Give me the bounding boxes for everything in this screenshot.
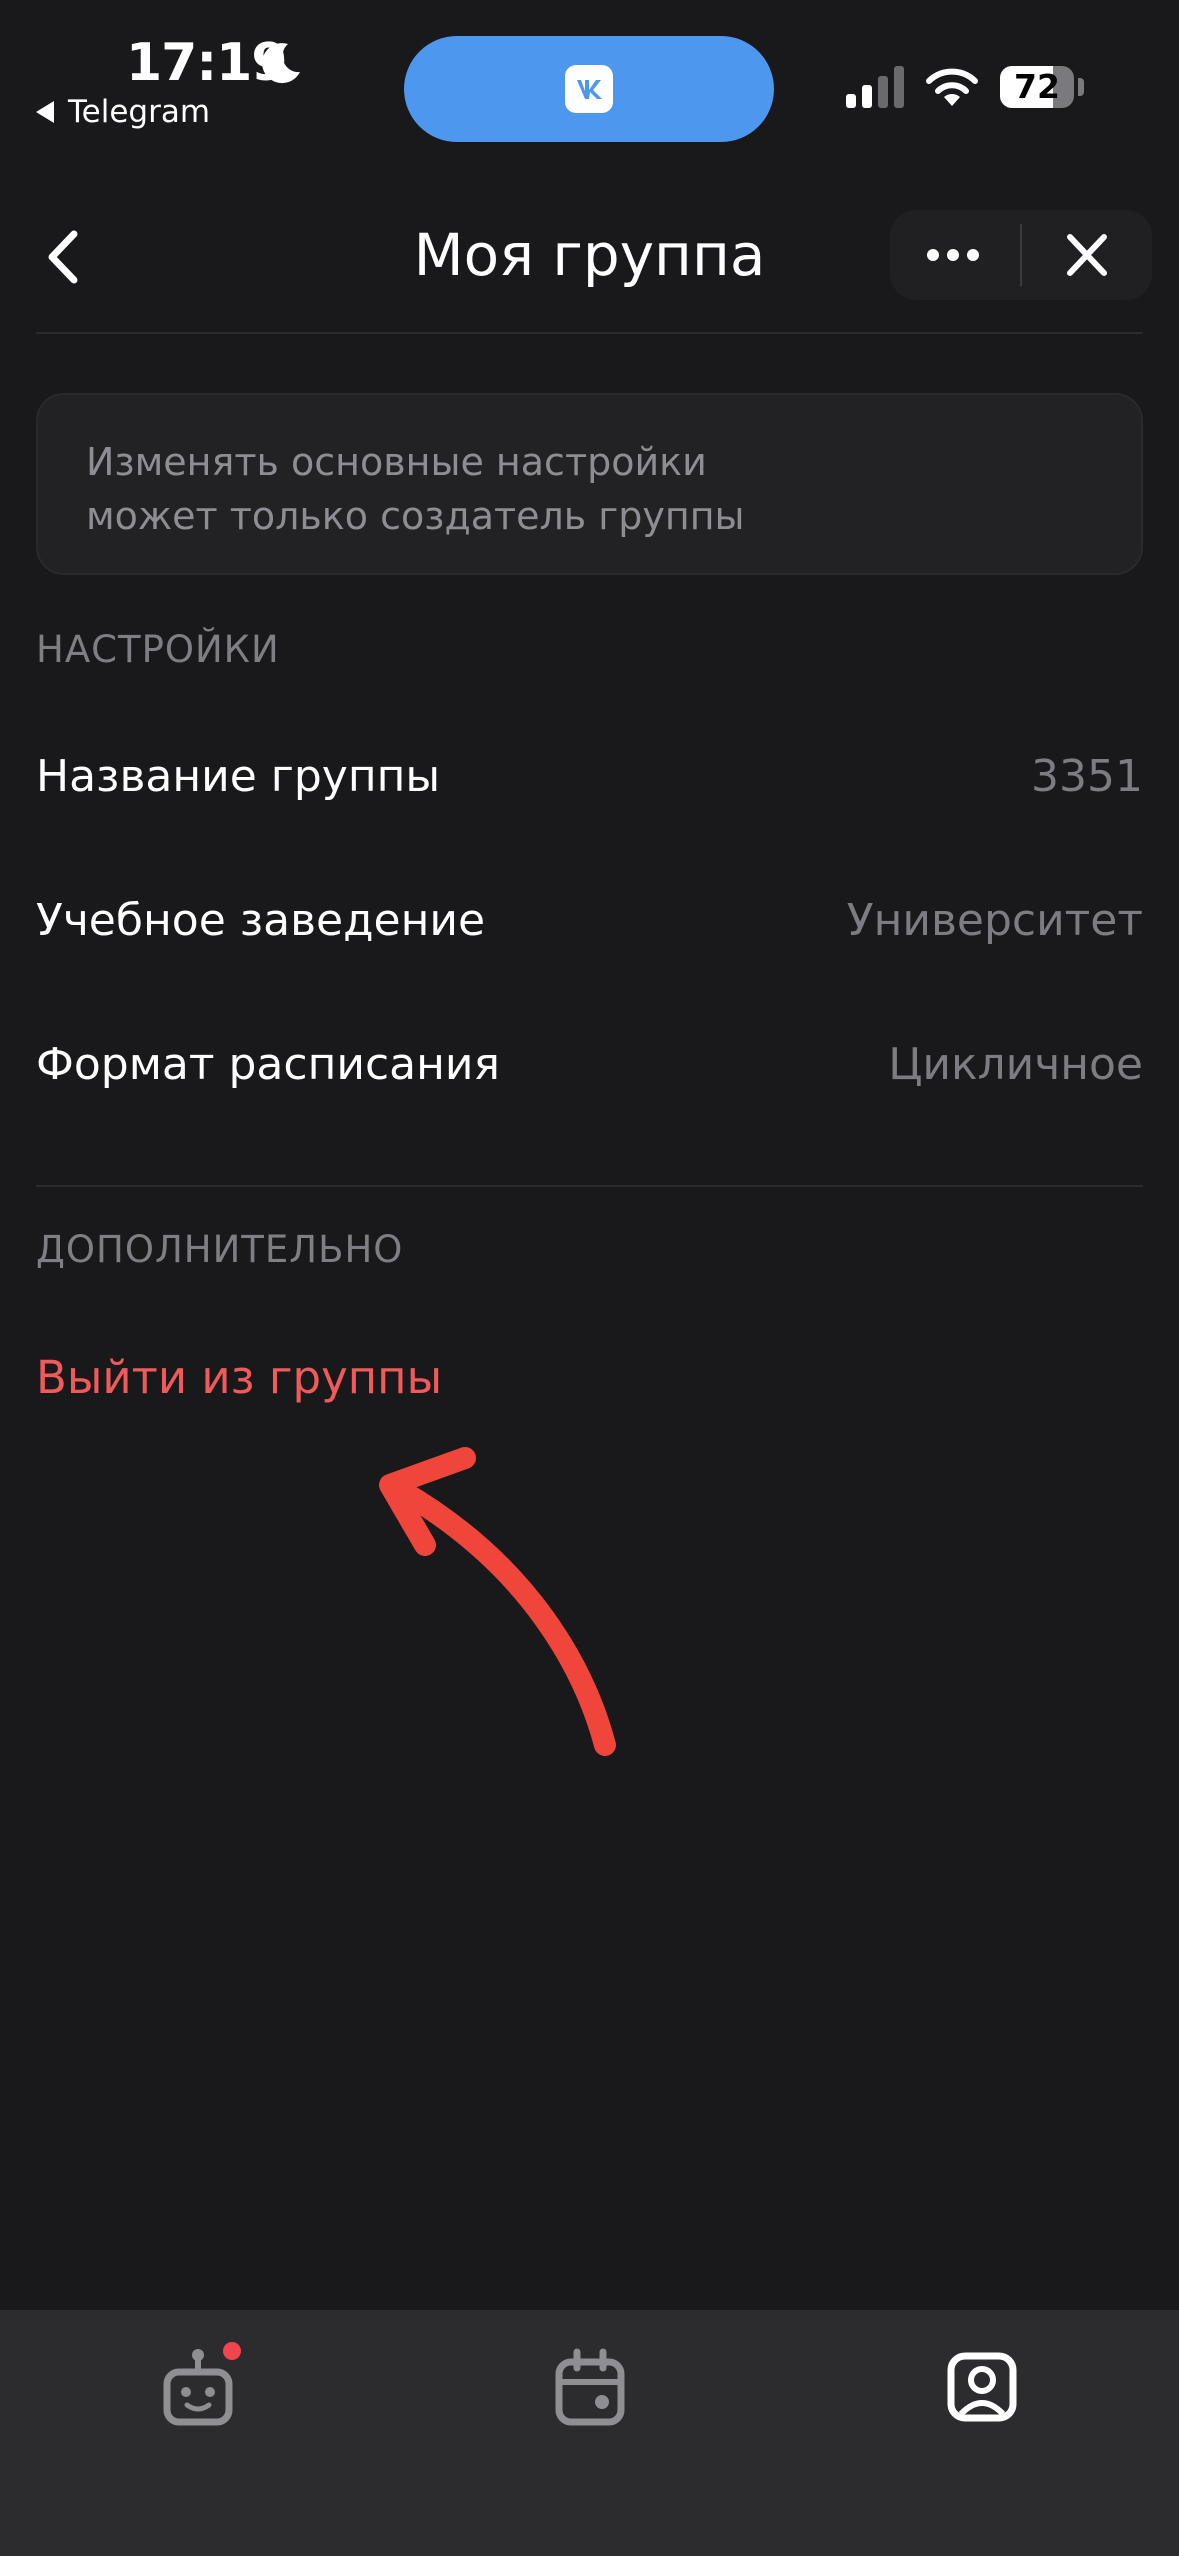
status-bar: 17:19 Telegram 72	[0, 0, 1179, 150]
page-title: Моя группа	[413, 221, 766, 289]
vk-icon	[565, 65, 613, 113]
close-icon[interactable]	[1022, 210, 1152, 300]
annotation-arrow-icon	[379, 1447, 616, 1756]
info-text: Изменять основные настройки может только…	[86, 440, 745, 538]
signal-icon	[846, 66, 904, 108]
dynamic-island[interactable]	[404, 36, 774, 142]
row-value: Цикличное	[888, 1039, 1143, 1090]
section-header-settings: НАСТРОЙКИ	[36, 628, 280, 671]
back-app-label: Telegram	[68, 94, 211, 130]
settings-row-institution[interactable]: Учебное заведение Университет	[36, 861, 1143, 981]
section-header-extra: ДОПОЛНИТЕЛЬНО	[36, 1228, 404, 1271]
tab-bot[interactable]	[153, 2342, 243, 2432]
settings-row-group-name[interactable]: Название группы 3351	[36, 717, 1143, 837]
tab-profile[interactable]	[937, 2342, 1027, 2432]
tab-bar	[0, 2310, 1179, 2556]
calendar-icon	[555, 2348, 625, 2426]
info-card: Изменять основные настройки может только…	[36, 393, 1143, 575]
chevron-left-icon[interactable]	[30, 212, 100, 302]
mini-app-capsule	[890, 210, 1152, 300]
settings-row-schedule-format[interactable]: Формат расписания Цикличное	[36, 1005, 1143, 1125]
notification-badge	[223, 2342, 241, 2360]
battery-level: 72	[1014, 67, 1060, 106]
battery-icon: 72	[1000, 66, 1074, 108]
profile-icon	[947, 2352, 1017, 2422]
back-triangle-icon	[36, 101, 54, 123]
row-value: 3351	[1031, 751, 1143, 802]
row-value: Университет	[846, 895, 1143, 946]
back-to-telegram-link[interactable]: Telegram	[36, 92, 210, 132]
row-label: Формат расписания	[36, 1039, 500, 1090]
battery-tip	[1078, 78, 1084, 96]
row-label: Название группы	[36, 751, 441, 802]
nav-divider	[36, 332, 1143, 334]
wifi-icon	[926, 68, 978, 106]
section-divider	[36, 1185, 1143, 1187]
row-label: Учебное заведение	[36, 895, 486, 946]
moon-icon	[262, 43, 300, 84]
more-icon[interactable]	[890, 210, 1020, 300]
tab-calendar[interactable]	[545, 2342, 635, 2432]
